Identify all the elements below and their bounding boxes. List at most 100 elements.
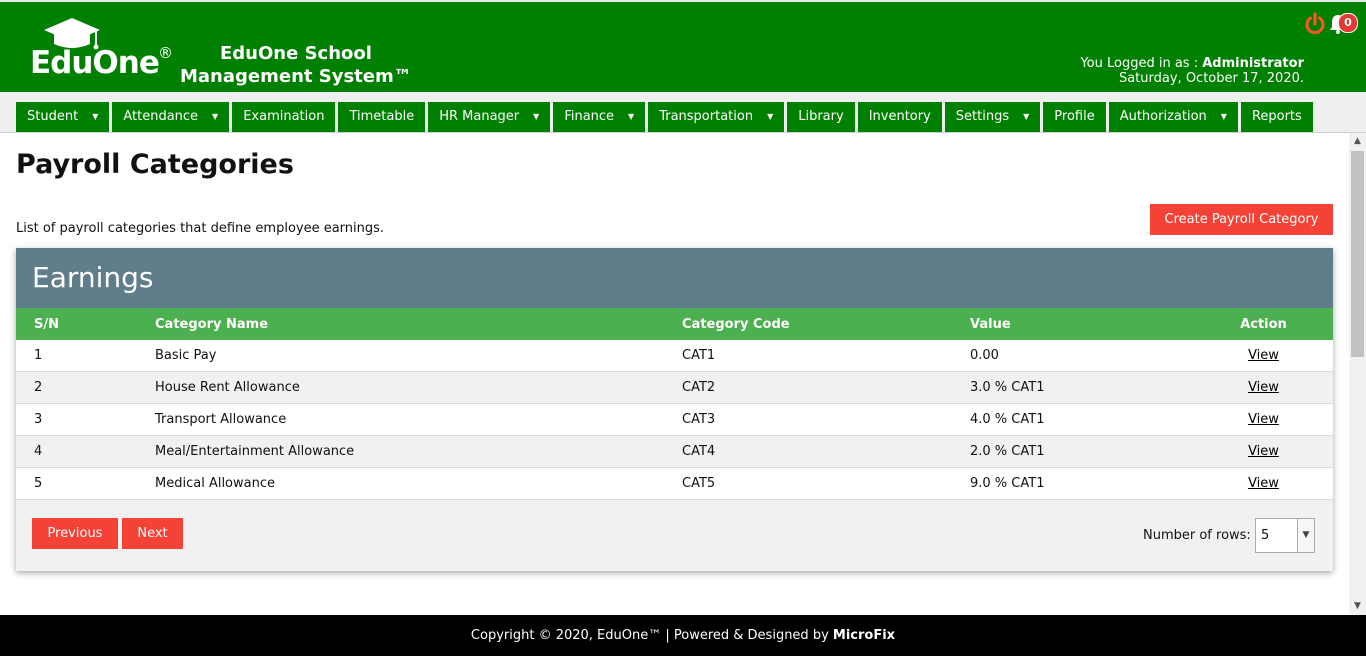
caret-down-icon: ▼ (628, 112, 635, 121)
earnings-heading: Earnings (16, 248, 1333, 308)
school-name: EduOne School Management System™ (180, 42, 412, 88)
scroll-down-arrow-icon[interactable]: ▼ (1349, 598, 1366, 615)
page-description: List of payroll categories that define e… (16, 221, 385, 236)
nav-item-label: Timetable (349, 109, 415, 124)
rows-per-page-value: 5 (1261, 528, 1270, 543)
cell-action: View (1194, 340, 1333, 372)
cell-action: View (1194, 403, 1333, 436)
table-row: 3 Transport Allowance CAT3 4.0 % CAT1 View (16, 403, 1333, 436)
table-header-row: S/N Category Name Category Code Value Ac… (16, 308, 1333, 340)
rows-per-page-select[interactable]: 5 ▼ (1255, 518, 1315, 553)
logo[interactable]: EduOne ® (30, 16, 180, 86)
cell-sn: 5 (16, 467, 155, 500)
nav-item-transportation[interactable]: Transportation ▼ (648, 102, 785, 132)
nav-item-student[interactable]: Student ▼ (16, 102, 110, 132)
nav-item-authorization[interactable]: Authorization ▼ (1108, 102, 1238, 132)
cell-category-name: Meal/Entertainment Allowance (155, 435, 682, 468)
caret-down-icon: ▼ (533, 112, 540, 121)
cell-category-name: Medical Allowance (155, 467, 682, 500)
column-header-action: Action (1194, 308, 1333, 340)
logo-text: EduOne (30, 45, 160, 81)
nav-item-profile[interactable]: Profile (1043, 102, 1106, 132)
cell-value: 3.0 % CAT1 (970, 371, 1194, 404)
nav-item-label: Settings (955, 109, 1010, 124)
create-payroll-category-button[interactable]: Create Payroll Category (1150, 204, 1333, 235)
cell-sn: 3 (16, 403, 155, 436)
cell-value: 4.0 % CAT1 (970, 403, 1194, 436)
nav-item-label: Attendance (123, 109, 199, 124)
nav-item-timetable[interactable]: Timetable (338, 102, 426, 132)
nav-item-label: HR Manager (439, 109, 520, 124)
cell-sn: 1 (16, 340, 155, 372)
cell-sn: 2 (16, 371, 155, 404)
nav-item-reports[interactable]: Reports (1240, 102, 1313, 132)
login-info: You Logged in as : Administrator Saturda… (1080, 56, 1304, 86)
school-name-line2: Management System™ (180, 66, 412, 87)
caret-down-icon: ▼ (1220, 112, 1227, 121)
registered-mark: ® (158, 44, 173, 62)
cell-category-name: Basic Pay (155, 340, 682, 372)
cell-action: View (1194, 371, 1333, 404)
view-link[interactable]: View (1248, 444, 1279, 459)
nav-item-label: Examination (243, 109, 325, 124)
nav-item-settings[interactable]: Settings ▼ (944, 102, 1041, 132)
view-link[interactable]: View (1248, 476, 1279, 491)
cell-value: 0.00 (970, 340, 1194, 372)
nav-item-label: Student (27, 109, 79, 124)
nav-item-label: Library (798, 109, 844, 124)
chevron-down-icon[interactable]: ▼ (1297, 519, 1314, 552)
earnings-table: S/N Category Name Category Code Value Ac… (16, 308, 1333, 500)
column-header-value[interactable]: Value (970, 308, 1194, 340)
cell-category-name: House Rent Allowance (155, 371, 682, 404)
nav-item-label: Transportation (659, 109, 754, 124)
page-title: Payroll Categories (16, 149, 294, 180)
nav-item-label: Authorization (1119, 109, 1207, 124)
caret-down-icon: ▼ (212, 112, 219, 121)
view-link[interactable]: View (1248, 348, 1279, 363)
scrollbar-thumb[interactable] (1351, 151, 1364, 357)
main-nav-bar: Student ▼ Attendance ▼ Examination Timetable H… (0, 92, 1366, 133)
scroll-up-arrow-icon[interactable]: ▲ (1349, 133, 1366, 150)
view-link[interactable]: View (1248, 380, 1279, 395)
nav-item-label: Inventory (868, 109, 931, 124)
page-scrollbar[interactable]: ▲ ▼ (1349, 133, 1366, 615)
nav-item-label: Finance (564, 109, 615, 124)
notification-count-badge[interactable]: 0 (1338, 13, 1358, 33)
table-row: 2 House Rent Allowance CAT2 3.0 % CAT1 View (16, 371, 1333, 404)
cell-category-code: CAT4 (682, 435, 970, 468)
cell-value: 9.0 % CAT1 (970, 467, 1194, 500)
footer-copyright: Copyright © 2020, EduOne™ | Powered & De… (470, 628, 833, 643)
caret-down-icon: ▼ (767, 112, 774, 121)
nav-item-examination[interactable]: Examination (232, 102, 336, 132)
main-nav: Student ▼ Attendance ▼ Examination Timetable H… (16, 102, 1316, 132)
nav-item-finance[interactable]: Finance ▼ (553, 102, 646, 132)
cell-action: View (1194, 467, 1333, 500)
current-date: Saturday, October 17, 2020. (1118, 71, 1304, 86)
column-header-sn[interactable]: S/N (16, 308, 155, 340)
cell-category-name: Transport Allowance (155, 403, 682, 436)
page-footer: Copyright © 2020, EduOne™ | Powered & De… (0, 615, 1366, 656)
column-header-category-code[interactable]: Category Code (682, 308, 970, 340)
view-link[interactable]: View (1248, 412, 1279, 427)
cell-category-code: CAT3 (682, 403, 970, 436)
power-icon[interactable] (1303, 12, 1327, 36)
nav-item-library[interactable]: Library (787, 102, 855, 132)
rows-per-page-label: Number of rows: (1143, 528, 1251, 543)
caret-down-icon: ▼ (1023, 112, 1030, 121)
logged-in-user: Administrator (1202, 56, 1304, 71)
column-header-category-name[interactable]: Category Name (155, 308, 682, 340)
next-page-button[interactable]: Next (122, 518, 183, 549)
table-row: 4 Meal/Entertainment Allowance CAT4 2.0 % C… (16, 435, 1333, 468)
cell-category-code: CAT1 (682, 340, 970, 372)
cell-category-code: CAT5 (682, 467, 970, 500)
previous-page-button[interactable]: Previous (32, 518, 118, 549)
footer-brand[interactable]: MicroFix (833, 628, 895, 643)
school-name-line1: EduOne School (220, 43, 372, 64)
nav-item-inventory[interactable]: Inventory (857, 102, 942, 132)
cell-action: View (1194, 435, 1333, 468)
login-prefix: You Logged in as : (1080, 56, 1203, 71)
nav-item-label: Profile (1054, 109, 1095, 124)
table-row: 1 Basic Pay CAT1 0.00 View (16, 340, 1333, 372)
nav-item-hr-manager[interactable]: HR Manager ▼ (428, 102, 551, 132)
nav-item-attendance[interactable]: Attendance ▼ (112, 102, 230, 132)
